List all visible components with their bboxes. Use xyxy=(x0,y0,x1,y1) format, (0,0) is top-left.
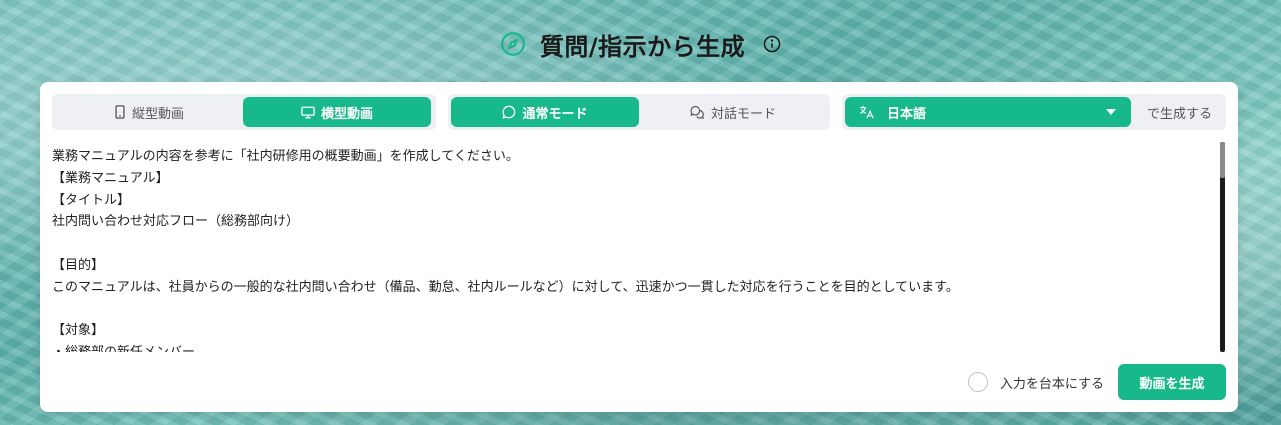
mode-dialogue-option[interactable]: 対話モード xyxy=(639,97,827,127)
smartphone-icon xyxy=(114,105,126,119)
card-footer: 入力を台本にする 動画を生成 xyxy=(967,364,1226,400)
page-header: 質問/指示から生成 xyxy=(0,24,1281,64)
compass-icon xyxy=(500,31,526,57)
info-icon[interactable] xyxy=(759,35,781,53)
generate-video-button[interactable]: 動画を生成 xyxy=(1118,364,1226,400)
orientation-vertical-option[interactable]: 縦型動画 xyxy=(55,97,243,127)
mode-dialogue-label: 対話モード xyxy=(710,106,776,122)
page-title: 質問/指示から生成 xyxy=(539,32,746,61)
orientation-vertical-label: 縦型動画 xyxy=(131,106,184,122)
orientation-toggle: 縦型動画 横型動画 xyxy=(52,94,436,130)
chat-bubbles-icon xyxy=(690,105,705,119)
orientation-horizontal-label: 横型動画 xyxy=(320,106,373,122)
language-row: 日本語 で生成する xyxy=(842,94,1226,130)
chevron-down-icon xyxy=(1105,108,1117,116)
orientation-horizontal-option[interactable]: 横型動画 xyxy=(243,97,431,127)
language-selected-value: 日本語 xyxy=(887,106,927,122)
monitor-icon xyxy=(301,106,315,119)
generation-card: 縦型動画 横型動画 通常モード 対話モード 日本語 で生成する 業務マニュアルの… xyxy=(40,82,1238,412)
language-suffix: で生成する xyxy=(1147,106,1213,122)
scrollbar-thumb[interactable] xyxy=(1220,142,1225,178)
language-select[interactable]: 日本語 xyxy=(845,97,1131,127)
translate-icon xyxy=(859,105,875,119)
mode-toggle: 通常モード 対話モード xyxy=(448,94,830,130)
use-as-script-checkbox[interactable] xyxy=(967,372,988,392)
mode-normal-option[interactable]: 通常モード xyxy=(451,97,639,127)
mode-normal-label: 通常モード xyxy=(522,106,588,122)
chat-bubble-icon xyxy=(502,105,516,119)
textarea-scrollbar[interactable] xyxy=(1220,142,1225,352)
prompt-textarea[interactable]: 業務マニュアルの内容を参考に「社内研修用の概要動画」を作成してください。 【業務… xyxy=(52,146,1226,352)
use-as-script-label: 入力を台本にする xyxy=(999,376,1104,392)
